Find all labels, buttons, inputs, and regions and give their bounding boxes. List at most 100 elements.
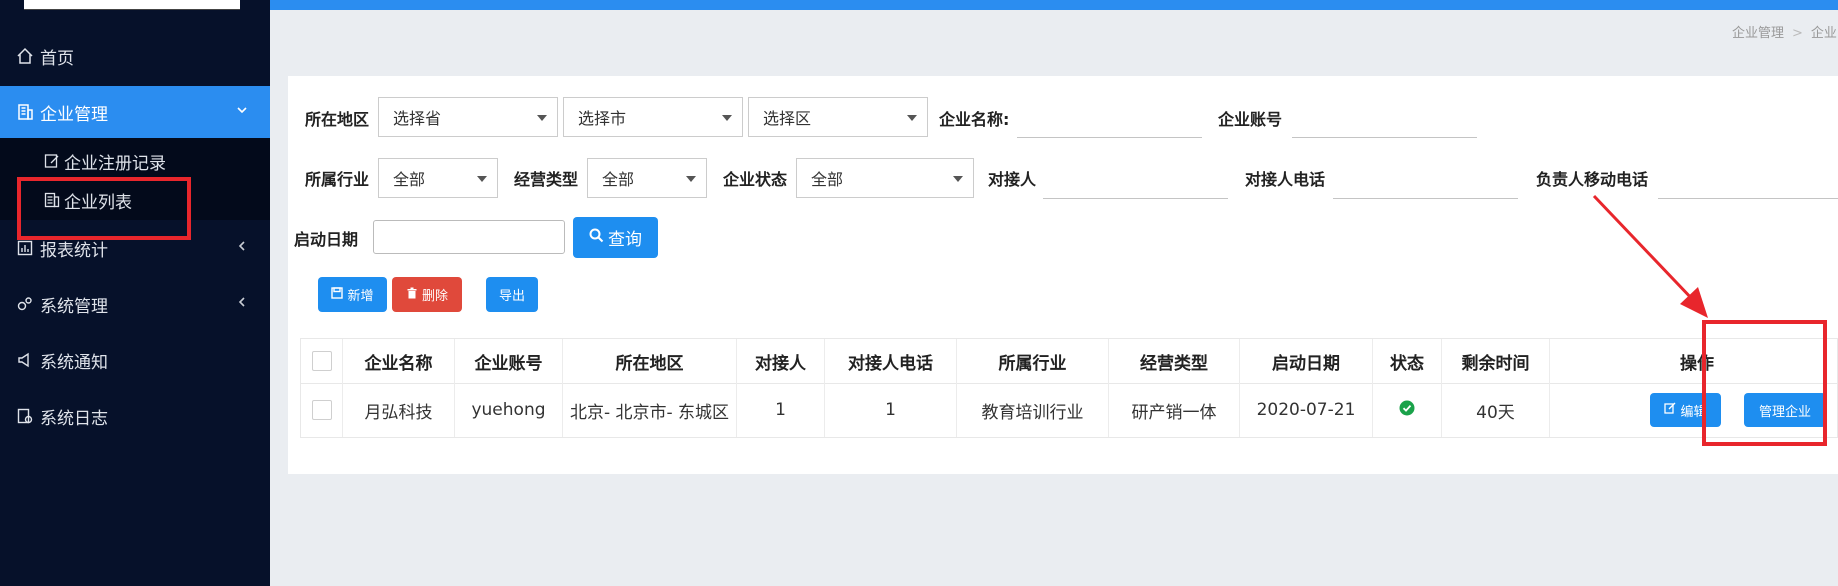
name-input[interactable]: [1017, 137, 1202, 138]
table-header: 企业名称: [343, 339, 455, 383]
export-button[interactable]: 导出: [486, 277, 538, 312]
sidebar-item-home[interactable]: 首页: [0, 30, 270, 82]
home-icon: [14, 45, 36, 67]
gears-icon: [14, 293, 36, 315]
edit-icon: [1664, 402, 1680, 418]
district-value: 选择区: [763, 109, 812, 128]
contact-input[interactable]: [1043, 198, 1228, 199]
start-date-input[interactable]: [373, 220, 565, 254]
chevron-left-icon: [236, 240, 248, 256]
sidebar: 首页 企业管理 企业注册记录 企业列表 报表统计 系统管理 系统通知 系统日志: [0, 0, 270, 586]
table-header: 所在地区: [563, 339, 737, 383]
table-header: 经营类型: [1109, 339, 1240, 383]
breadcrumb-separator: >: [1792, 26, 1803, 41]
cell-start-date: 2020-07-21: [1240, 383, 1373, 437]
status-select[interactable]: 全部: [796, 158, 974, 198]
caret-down-icon: [686, 176, 696, 182]
breadcrumb-item[interactable]: 企业: [1811, 26, 1837, 41]
cell-account: yuehong: [455, 383, 563, 437]
sidebar-item-system[interactable]: 系统管理: [0, 278, 270, 330]
cell-contact-phone: 1: [825, 383, 957, 437]
city-select[interactable]: 选择市: [563, 97, 743, 137]
cell-name: 月弘科技: [343, 383, 455, 437]
enterprise-table: 企业名称 企业账号 所在地区 对接人 对接人电话 所属行业 经营类型 启动日期 …: [300, 338, 1838, 438]
add-button-label: 新增: [347, 289, 374, 304]
biz-type-select[interactable]: 全部: [587, 158, 707, 198]
province-value: 选择省: [393, 109, 442, 128]
log-icon: [14, 405, 36, 427]
biz-type-value: 全部: [602, 170, 635, 189]
city-value: 选择市: [578, 109, 627, 128]
annotation-box-list: [17, 177, 191, 240]
table-header: 状态: [1373, 339, 1442, 383]
contact-phone-label: 对接人电话: [1245, 170, 1326, 189]
breadcrumb-item[interactable]: 企业管理: [1732, 26, 1784, 41]
sidebar-item-label: 企业管理: [40, 104, 108, 125]
status-label: 企业状态: [723, 170, 788, 189]
contact-label: 对接人: [988, 170, 1037, 189]
sidebar-item-label: 系统日志: [40, 408, 108, 429]
cell-industry: 教育培训行业: [957, 383, 1109, 437]
sidebar-item-label: 系统通知: [40, 352, 108, 373]
trash-icon: [406, 287, 422, 303]
cell-remaining: 40天: [1442, 383, 1550, 437]
caret-down-icon: [907, 115, 917, 121]
table-header: 启动日期: [1240, 339, 1373, 383]
industry-label: 所属行业: [305, 170, 370, 189]
query-button[interactable]: 查询: [573, 217, 658, 258]
table-header: 对接人电话: [825, 339, 957, 383]
province-select[interactable]: 选择省: [378, 97, 558, 137]
table-header-checkbox-cell: [301, 339, 343, 383]
cell-biz-type: 研产销一体: [1109, 383, 1240, 437]
biz-type-label: 经营类型: [514, 170, 579, 189]
top-bar: [270, 0, 1838, 10]
export-button-label: 导出: [498, 289, 525, 304]
contact-phone-input[interactable]: [1333, 198, 1518, 199]
industry-select[interactable]: 全部: [378, 158, 498, 198]
district-select[interactable]: 选择区: [748, 97, 928, 137]
name-label: 企业名称:: [939, 110, 1010, 129]
row-checkbox[interactable]: [311, 400, 332, 420]
delete-button[interactable]: 删除: [392, 277, 462, 312]
edit-doc-icon: [42, 151, 62, 171]
owner-phone-label: 负责人移动电话: [1536, 170, 1649, 189]
chart-icon: [14, 237, 36, 259]
annotation-box-actions: [1702, 320, 1827, 446]
sidebar-subitem-registration[interactable]: 企业注册记录: [42, 146, 166, 176]
building-icon: [14, 101, 36, 123]
cell-status: [1373, 383, 1442, 437]
table-header: 企业账号: [455, 339, 563, 383]
breadcrumb: 企业管理 > 企业: [1732, 22, 1837, 41]
chevron-left-icon: [236, 296, 248, 312]
sidebar-item-enterprise[interactable]: 企业管理: [0, 86, 270, 138]
sidebar-item-logs[interactable]: 系统日志: [0, 390, 270, 442]
account-label: 企业账号: [1218, 110, 1283, 129]
region-label: 所在地区: [305, 110, 370, 129]
table-header: 所属行业: [957, 339, 1109, 383]
caret-down-icon: [953, 176, 963, 182]
search-icon: [589, 228, 608, 248]
caret-down-icon: [722, 115, 732, 121]
select-all-checkbox[interactable]: [311, 351, 332, 371]
sidebar-item-label: 系统管理: [40, 296, 108, 317]
chevron-down-icon: [236, 104, 248, 120]
delete-button-label: 删除: [421, 289, 448, 304]
start-date-label: 启动日期: [294, 230, 359, 249]
table-header: 剩余时间: [1442, 339, 1550, 383]
status-value: 全部: [811, 170, 844, 189]
sidebar-item-notice[interactable]: 系统通知: [0, 334, 270, 386]
cell-contact: 1: [737, 383, 825, 437]
megaphone-icon: [14, 349, 36, 371]
save-icon: [331, 286, 347, 303]
table-row-checkbox-cell: [301, 383, 343, 437]
caret-down-icon: [477, 176, 487, 182]
annotation-arrow: [1592, 194, 1708, 318]
table-header: 对接人: [737, 339, 825, 383]
sidebar-item-label: 首页: [40, 48, 74, 69]
add-button[interactable]: 新增: [318, 277, 387, 312]
sidebar-subitem-label: 企业注册记录: [64, 153, 166, 174]
query-button-label: 查询: [608, 230, 642, 250]
industry-value: 全部: [393, 170, 426, 189]
caret-down-icon: [537, 115, 547, 121]
account-input[interactable]: [1292, 137, 1477, 138]
